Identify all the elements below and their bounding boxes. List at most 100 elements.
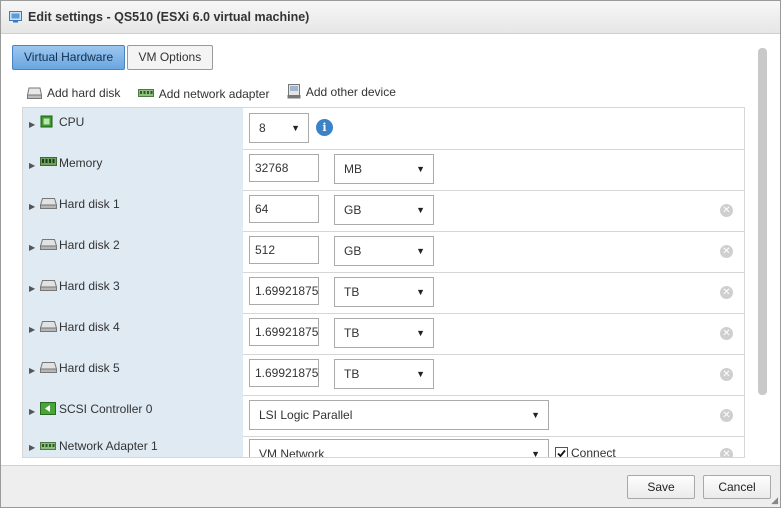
hard-disk-5-label-cell: ▶ Hard disk 5 [23,354,243,395]
hard-disk-icon [39,279,58,294]
expand-caret-icon[interactable]: ▶ [29,284,35,293]
hard-disk-3-label: Hard disk 3 [59,279,120,293]
hard-disk-1-label: Hard disk 1 [59,197,120,211]
chevron-down-icon: ▼ [531,449,540,458]
save-button[interactable]: Save [627,475,695,499]
cpu-icon [40,115,53,131]
hard-disk-5-row: ▶ Hard disk 5 1.6992187500 TB ▼ ✕ [23,354,744,396]
scsi-controller-0-row: ▶ SCSI Controller 0 LSI Logic Parallel ▼… [23,395,744,437]
dialog-titlebar: Edit settings - QS510 (ESXi 6.0 virtual … [1,1,780,34]
chevron-down-icon: ▼ [416,328,425,338]
chevron-down-icon: ▼ [416,164,425,174]
remove-icon[interactable]: ✕ [720,286,733,299]
hard-disk-5-size-input[interactable]: 1.6992187500 [249,359,319,387]
expand-caret-icon[interactable]: ▶ [29,407,35,416]
resize-grip-icon[interactable]: ◢ [771,495,778,506]
add-network-adapter-button[interactable]: Add network adapter [137,86,270,101]
chevron-down-icon: ▼ [416,246,425,256]
cpu-label-cell: ▶ CPU [23,108,243,149]
remove-icon[interactable]: ✕ [720,204,733,217]
hard-disk-2-unit-select[interactable]: GB ▼ [334,236,434,266]
remove-icon[interactable]: ✕ [720,245,733,258]
hard-disk-3-size-input[interactable]: 1.6992187500 [249,277,319,305]
chevron-down-icon: ▼ [416,369,425,379]
device-icon [287,84,301,99]
memory-unit-select[interactable]: MB ▼ [334,154,434,184]
hard-disk-2-label: Hard disk 2 [59,238,120,252]
dialog-footer: Save Cancel ◢ [1,465,780,507]
scsi-controller-type-value: LSI Logic Parallel [259,408,353,422]
hard-disk-icon [39,361,58,376]
hard-disk-icon [39,238,58,253]
network-adapter-1-label-cell: ▶ Network Adapter 1 [23,436,243,457]
hard-disk-3-unit-select[interactable]: TB ▼ [334,277,434,307]
network-value: VM Network [259,447,325,458]
network-adapter-1-label: Network Adapter 1 [59,439,158,453]
memory-row: ▶ Memory 32768 MB ▼ [23,149,744,191]
hard-disk-4-label-cell: ▶ Hard disk 4 [23,313,243,354]
chevron-down-icon: ▼ [291,123,300,133]
expand-caret-icon[interactable]: ▶ [29,161,35,170]
vertical-scrollbar[interactable] [758,48,767,395]
info-icon[interactable]: i [316,119,333,136]
connect-checkbox[interactable] [555,447,568,457]
edit-settings-dialog: Edit settings - QS510 (ESXi 6.0 virtual … [0,0,781,508]
hard-disk-1-label-cell: ▶ Hard disk 1 [23,190,243,231]
remove-icon[interactable]: ✕ [720,368,733,381]
expand-caret-icon[interactable]: ▶ [29,202,35,211]
network-adapter-icon [40,441,56,455]
remove-icon[interactable]: ✕ [720,409,733,422]
hard-disk-2-row: ▶ Hard disk 2 512 GB ▼ ✕ [23,231,744,273]
hard-disk-1-row: ▶ Hard disk 1 64 GB ▼ ✕ [23,190,744,232]
memory-size-input[interactable]: 32768 [249,154,319,182]
tab-virtual-hardware[interactable]: Virtual Hardware [12,45,126,70]
expand-caret-icon[interactable]: ▶ [29,366,35,375]
hard-disk-5-unit-value: TB [344,367,360,381]
hard-disk-2-size-input[interactable]: 512 [249,236,319,264]
add-hard-disk-button[interactable]: Add hard disk [27,86,120,100]
network-select[interactable]: VM Network ▼ [249,439,549,458]
expand-caret-icon[interactable]: ▶ [29,120,35,129]
memory-unit-value: MB [344,162,362,176]
cpu-count-value: 8 [259,121,266,135]
chevron-down-icon: ▼ [416,205,425,215]
cpu-count-select[interactable]: 8 ▼ [249,113,309,143]
hard-disk-4-unit-select[interactable]: TB ▼ [334,318,434,348]
memory-icon [40,156,57,170]
hard-disk-3-row: ▶ Hard disk 3 1.6992187500 TB ▼ ✕ [23,272,744,314]
remove-icon[interactable]: ✕ [720,327,733,340]
remove-icon[interactable]: ✕ [720,448,733,457]
cancel-button[interactable]: Cancel [703,475,771,499]
chevron-down-icon: ▼ [531,410,540,420]
tab-bar: Virtual Hardware VM Options [12,45,214,70]
tab-vm-options[interactable]: VM Options [126,45,214,70]
hard-disk-2-unit-value: GB [344,244,362,258]
cpu-label: CPU [59,115,85,129]
network-adapter-1-row: ▶ Network Adapter 1 VM Network ▼ Connect… [23,436,744,458]
expand-caret-icon[interactable]: ▶ [29,325,35,334]
add-other-device-label: Add other device [305,84,396,99]
add-other-device-button[interactable]: Add other device [287,84,396,99]
hard-disk-icon [39,320,58,335]
hard-disk-4-size-input[interactable]: 1.6992187500 [249,318,319,346]
hard-disk-4-unit-value: TB [344,326,360,340]
scsi-controller-0-label: SCSI Controller 0 [59,402,153,416]
chevron-down-icon: ▼ [416,287,425,297]
dialog-title: Edit settings - QS510 (ESXi 6.0 virtual … [28,10,310,24]
hard-disk-2-label-cell: ▶ Hard disk 2 [23,231,243,272]
scsi-controller-0-label-cell: ▶ SCSI Controller 0 [23,395,243,436]
hard-disk-1-unit-select[interactable]: GB ▼ [334,195,434,225]
hard-disk-3-unit-value: TB [344,285,360,299]
hard-disk-icon [27,87,42,99]
hard-disk-5-label: Hard disk 5 [59,361,120,375]
memory-label-cell: ▶ Memory [23,149,243,190]
checkmark-icon [557,449,566,457]
add-network-adapter-label: Add network adapter [158,86,270,101]
hard-disk-1-size-input[interactable]: 64 [249,195,319,223]
hard-disk-3-label-cell: ▶ Hard disk 3 [23,272,243,313]
expand-caret-icon[interactable]: ▶ [29,243,35,252]
scsi-controller-type-select[interactable]: LSI Logic Parallel ▼ [249,400,549,430]
hard-disk-5-unit-select[interactable]: TB ▼ [334,359,434,389]
vm-settings-icon [9,10,22,23]
expand-caret-icon[interactable]: ▶ [29,443,35,452]
